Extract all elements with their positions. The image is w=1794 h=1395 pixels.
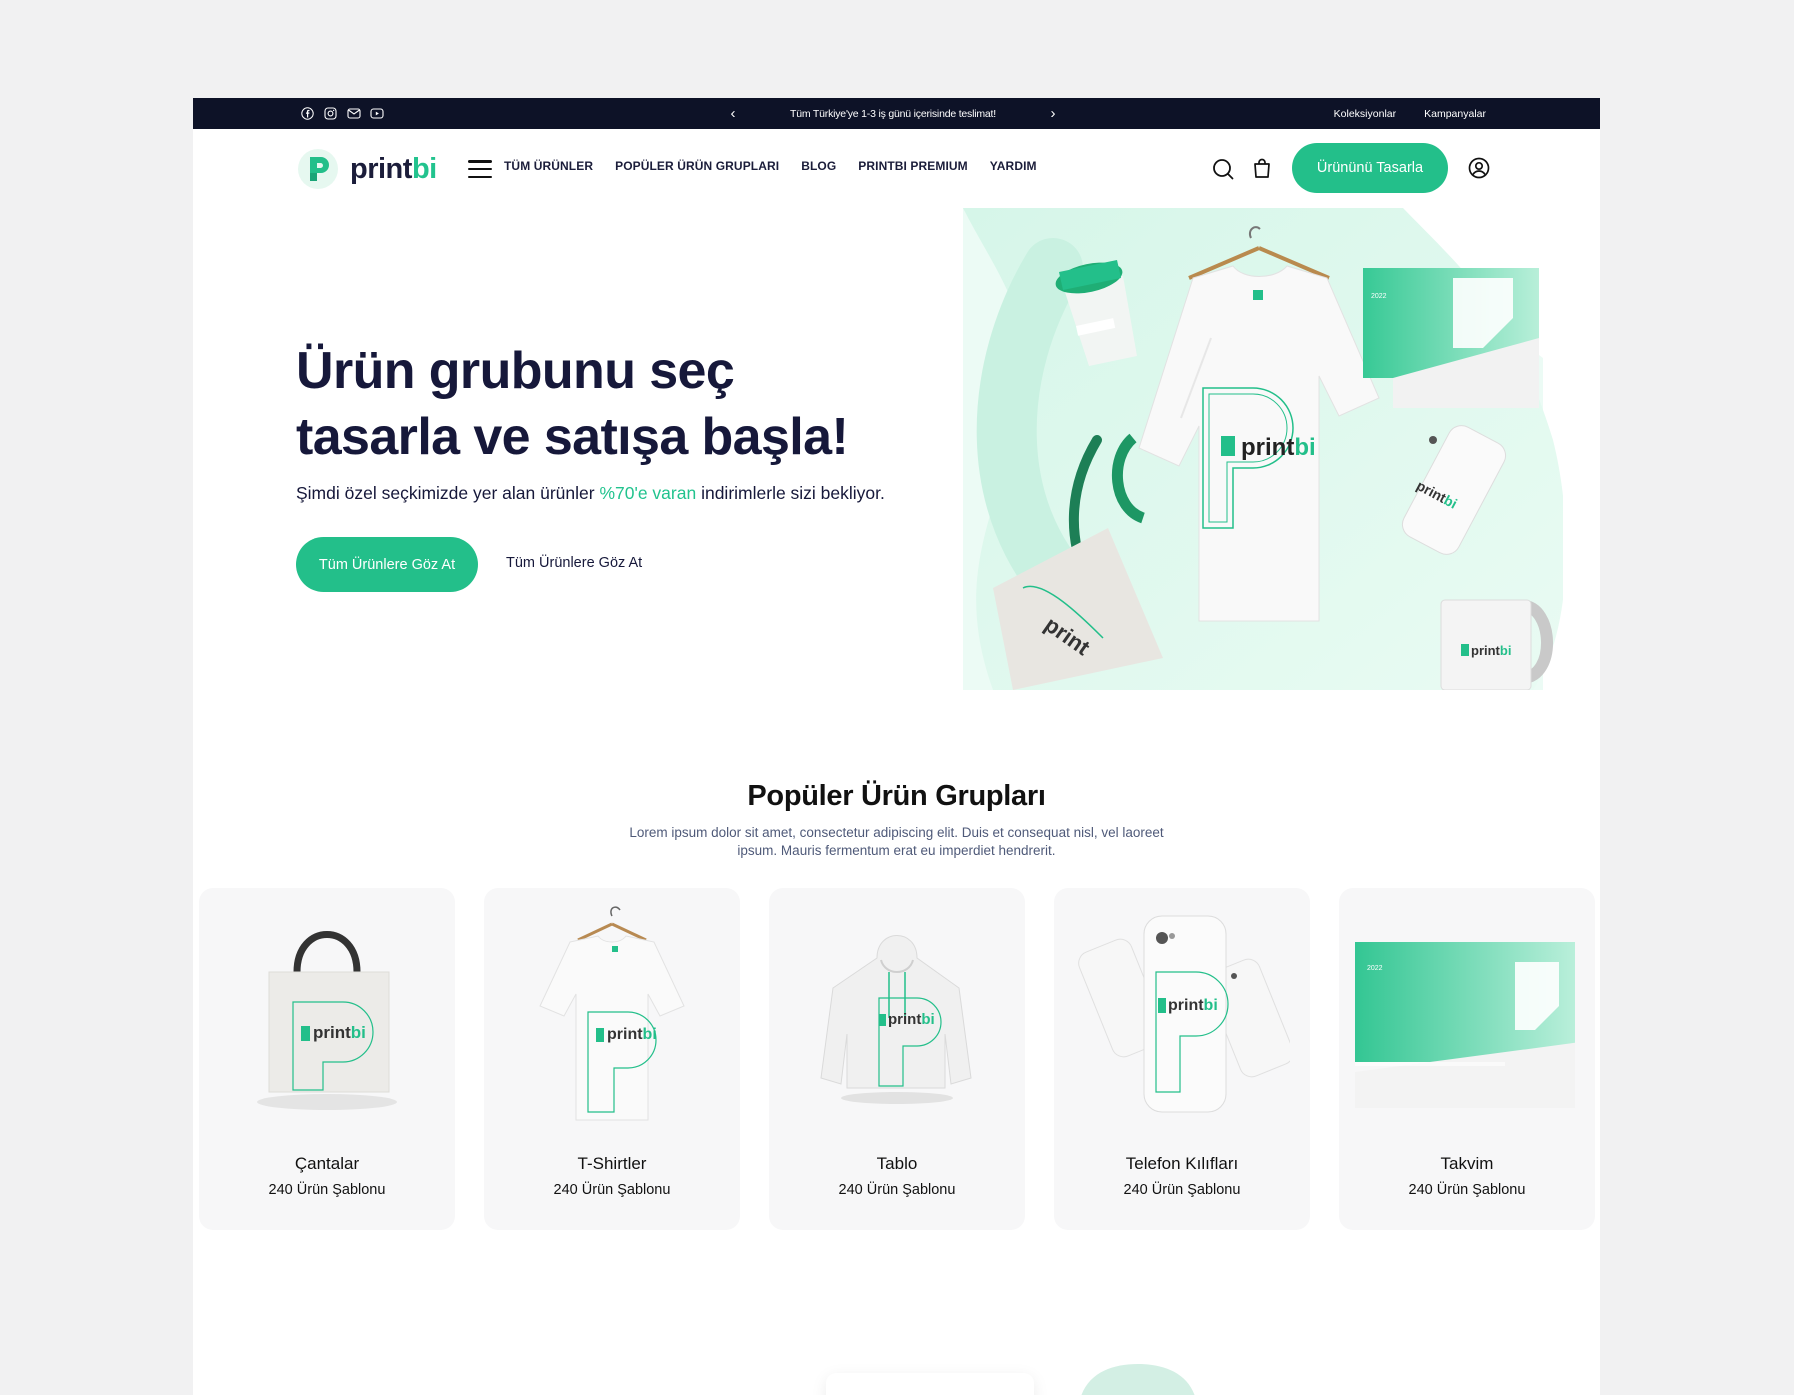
product-card-telefon-kiliflari[interactable]: printbi Telefon Kılıfları 240 Ürün Şablo… xyxy=(1054,888,1310,1230)
svg-text:printbi: printbi xyxy=(313,1023,366,1042)
card-title: T-Shirtler xyxy=(577,1154,647,1173)
hero-subtitle: Şimdi özel seçkimizde yer alan ürünler %… xyxy=(296,483,885,504)
svg-text:printbi: printbi xyxy=(607,1026,657,1043)
link-kampanyalar[interactable]: Kampanyalar xyxy=(1424,108,1486,120)
primary-menu: TÜM ÜRÜNLER POPÜLER ÜRÜN GRUPLARI BLOG P… xyxy=(504,159,1037,173)
hero-title-line2: tasarla ve satışa başla! xyxy=(296,408,849,466)
youtube-icon[interactable] xyxy=(369,106,384,121)
menu-item-printbi-premium[interactable]: PRINTBI PREMIUM xyxy=(858,159,968,173)
menu-item-populer-urun-gruplari[interactable]: POPÜLER ÜRÜN GRUPLARI xyxy=(615,159,779,173)
user-account-icon[interactable] xyxy=(1468,157,1490,179)
hero-subtitle-end: indirimlerle sizi bekliyor. xyxy=(696,483,885,503)
top-links: Koleksiyonlar Kampanyalar xyxy=(1334,98,1486,129)
calendar-image: 2022 xyxy=(1355,902,1575,1124)
mail-icon[interactable] xyxy=(346,106,361,121)
card-template-count: 240 Ürün Şablonu xyxy=(268,1182,386,1198)
browse-all-products-button[interactable]: Tüm Ürünlere Göz At xyxy=(296,537,478,592)
svg-text:2022: 2022 xyxy=(1371,293,1387,300)
menu-item-tum-urunler[interactable]: TÜM ÜRÜNLER xyxy=(504,159,593,173)
menu-item-yardim[interactable]: YARDIM xyxy=(990,159,1037,173)
logo[interactable]: printbi xyxy=(296,147,437,191)
next-section-card xyxy=(826,1373,1034,1395)
hero-mug: printbi xyxy=(1440,599,1553,691)
card-title: Takvim xyxy=(1440,1154,1494,1173)
logo-mark-icon xyxy=(298,149,338,189)
svg-text:printbi: printbi xyxy=(1241,434,1316,461)
design-product-button[interactable]: Ürününü Tasarla xyxy=(1292,143,1448,193)
popular-section-description: Lorem ipsum dolor sit amet, consectetur … xyxy=(629,825,1164,858)
link-koleksiyonlar[interactable]: Koleksiyonlar xyxy=(1334,108,1396,120)
main-nav: printbi TÜM ÜRÜNLER POPÜLER ÜRÜN GRUPLAR… xyxy=(193,129,1600,207)
logo-text: printbi xyxy=(350,153,437,186)
phone-cases-image: printbi xyxy=(1074,902,1290,1124)
announcement-text: Tüm Türkiye'ye 1-3 iş günü içerisinde te… xyxy=(790,107,996,120)
shopping-bag-icon[interactable] xyxy=(1251,157,1273,179)
svg-text:printbi: printbi xyxy=(888,1011,935,1028)
product-card-takvim[interactable]: 2022 Takvim 240 Ürün Şablonu xyxy=(1339,888,1595,1230)
hamburger-menu-icon[interactable] xyxy=(468,160,492,178)
hero-subtitle-start: Şimdi özel seçkimizde yer alan ürünler xyxy=(296,483,600,503)
instagram-icon[interactable] xyxy=(323,106,338,121)
card-template-count: 240 Ürün Şablonu xyxy=(838,1182,956,1198)
page: ‹ Tüm Türkiye'ye 1-3 iş günü içerisinde … xyxy=(193,98,1600,1395)
menu-item-blog[interactable]: BLOG xyxy=(801,159,836,173)
svg-text:printbi: printbi xyxy=(1471,643,1511,658)
logo-text-accent: bi xyxy=(411,152,437,185)
search-icon[interactable] xyxy=(1212,158,1234,180)
product-card-t-shirtler[interactable]: printbi T-Shirtler 240 Ürün Şablonu xyxy=(484,888,740,1230)
browse-all-products-link[interactable]: Tüm Ürünlere Göz At xyxy=(506,555,642,571)
hoodie-image: printbi xyxy=(789,902,1005,1124)
card-template-count: 240 Ürün Şablonu xyxy=(1123,1182,1241,1198)
hero-subtitle-highlight: %70'e varan xyxy=(599,483,697,503)
product-card-tablo[interactable]: printbi Tablo 240 Ürün Şablonu xyxy=(769,888,1025,1230)
tote-bag-image: printbi xyxy=(219,902,435,1124)
hero-title-line1: Ürün grubunu seç xyxy=(296,342,735,400)
card-title: Telefon Kılıfları xyxy=(1125,1154,1239,1173)
svg-text:printbi: printbi xyxy=(1168,997,1218,1014)
announcement-next-button[interactable]: › xyxy=(1043,105,1063,122)
product-group-cards: printbi Çantalar 240 Ürün Şablonu printb… xyxy=(199,888,1595,1230)
announcement-bar: ‹ Tüm Türkiye'ye 1-3 iş günü içerisinde … xyxy=(723,98,1063,129)
announcement-prev-button[interactable]: ‹ xyxy=(723,105,743,122)
facebook-icon[interactable] xyxy=(300,106,315,121)
card-template-count: 240 Ürün Şablonu xyxy=(553,1182,671,1198)
popular-section-title: Popüler Ürün Grupları xyxy=(747,780,1046,812)
next-section-hoodie-image xyxy=(1068,1356,1208,1395)
tshirt-image: printbi xyxy=(504,902,720,1124)
hero-product-collage: print printbi 2022 printbi printbi xyxy=(963,208,1567,691)
card-title: Çantalar xyxy=(294,1154,360,1173)
product-card-cantalar[interactable]: printbi Çantalar 240 Ürün Şablonu xyxy=(199,888,455,1230)
logo-text-main: print xyxy=(350,152,412,185)
hero-title: Ürün grubunu seç tasarla ve satışa başla… xyxy=(296,338,936,470)
svg-text:2022: 2022 xyxy=(1367,965,1383,972)
card-title: Tablo xyxy=(876,1154,918,1173)
top-bar: ‹ Tüm Türkiye'ye 1-3 iş günü içerisinde … xyxy=(193,98,1600,129)
social-links xyxy=(300,106,384,121)
card-template-count: 240 Ürün Şablonu xyxy=(1408,1182,1526,1198)
